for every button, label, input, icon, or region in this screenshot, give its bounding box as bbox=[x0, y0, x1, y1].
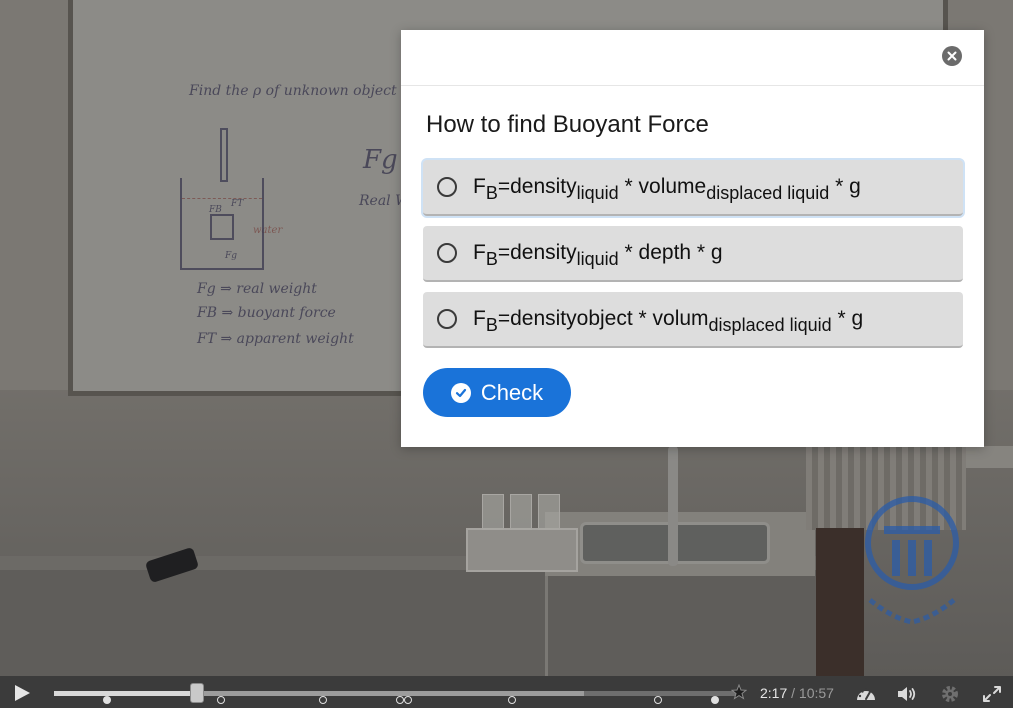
spring-scale-drawing bbox=[220, 128, 228, 182]
seek-bar[interactable] bbox=[54, 691, 740, 704]
time-separator: / bbox=[791, 685, 796, 701]
time-display: 2:17 / 10:57 bbox=[760, 685, 834, 701]
dialog-header bbox=[401, 30, 984, 86]
glass-beaker bbox=[510, 494, 532, 530]
faucet bbox=[668, 446, 678, 566]
total-time: 10:57 bbox=[798, 685, 834, 701]
glass-beaker bbox=[538, 494, 560, 530]
close-icon bbox=[947, 51, 957, 61]
tray bbox=[466, 528, 578, 572]
interaction-marker[interactable] bbox=[319, 696, 327, 704]
beaker-drawing bbox=[180, 178, 264, 270]
interaction-marker[interactable] bbox=[404, 696, 412, 704]
quiz-dialog: How to find Buoyant Force FB=densityliqu… bbox=[401, 30, 984, 447]
board-fg: Fg bbox=[363, 145, 398, 175]
radio-button[interactable] bbox=[437, 177, 457, 197]
wall-socket bbox=[960, 446, 1013, 468]
radio-button[interactable] bbox=[437, 243, 457, 263]
settings-icon[interactable] bbox=[939, 684, 961, 704]
bookmark-star-icon[interactable] bbox=[731, 684, 747, 700]
question-title: How to find Buoyant Force bbox=[426, 111, 709, 138]
fullscreen-icon[interactable] bbox=[981, 684, 1003, 704]
board-legend-2: FB ⇒ buoyant force bbox=[197, 305, 336, 321]
speed-icon[interactable] bbox=[855, 684, 877, 704]
interaction-marker[interactable] bbox=[217, 696, 225, 704]
seek-handle[interactable] bbox=[190, 683, 205, 703]
check-button-label: Check bbox=[480, 379, 544, 405]
interaction-marker[interactable] bbox=[396, 696, 404, 704]
board-heading: Find the ρ of unknown object bbox=[189, 83, 397, 99]
board-legend-3: FT ⇒ apparent weight bbox=[197, 331, 354, 347]
answer-option-1[interactable]: FB=densityliquid * volumedisplaced liqui… bbox=[423, 160, 963, 216]
close-button[interactable] bbox=[942, 46, 962, 66]
glass-beaker bbox=[482, 494, 504, 530]
interaction-marker[interactable] bbox=[103, 696, 111, 704]
current-time: 2:17 bbox=[760, 685, 788, 701]
volume-icon[interactable] bbox=[896, 684, 918, 704]
radio-button[interactable] bbox=[437, 309, 457, 329]
answer-formula: FB=densityliquid * depth * g bbox=[473, 241, 723, 269]
answer-option-3[interactable]: FB=densityobject * volumdisplaced liquid… bbox=[423, 292, 963, 348]
seek-bar-buffered bbox=[201, 691, 584, 696]
interaction-marker[interactable] bbox=[654, 696, 662, 704]
answer-option-2[interactable]: FB=densityliquid * depth * g bbox=[423, 226, 963, 282]
board-legend-1: Fg ⇒ real weight bbox=[197, 281, 317, 297]
video-controls-bar: 2:17 / 10:57 bbox=[0, 676, 1013, 708]
answer-formula: FB=densityliquid * volumedisplaced liqui… bbox=[473, 175, 861, 203]
school-emblem-watermark bbox=[865, 496, 959, 625]
play-icon[interactable] bbox=[12, 684, 32, 702]
seek-bar-played bbox=[54, 691, 198, 696]
interaction-marker[interactable] bbox=[508, 696, 516, 704]
interaction-marker[interactable] bbox=[711, 696, 719, 704]
answer-formula: FB=densityobject * volumdisplaced liquid… bbox=[473, 307, 864, 335]
checkmark-circle-icon bbox=[450, 382, 471, 403]
check-button[interactable]: Check bbox=[423, 368, 571, 417]
